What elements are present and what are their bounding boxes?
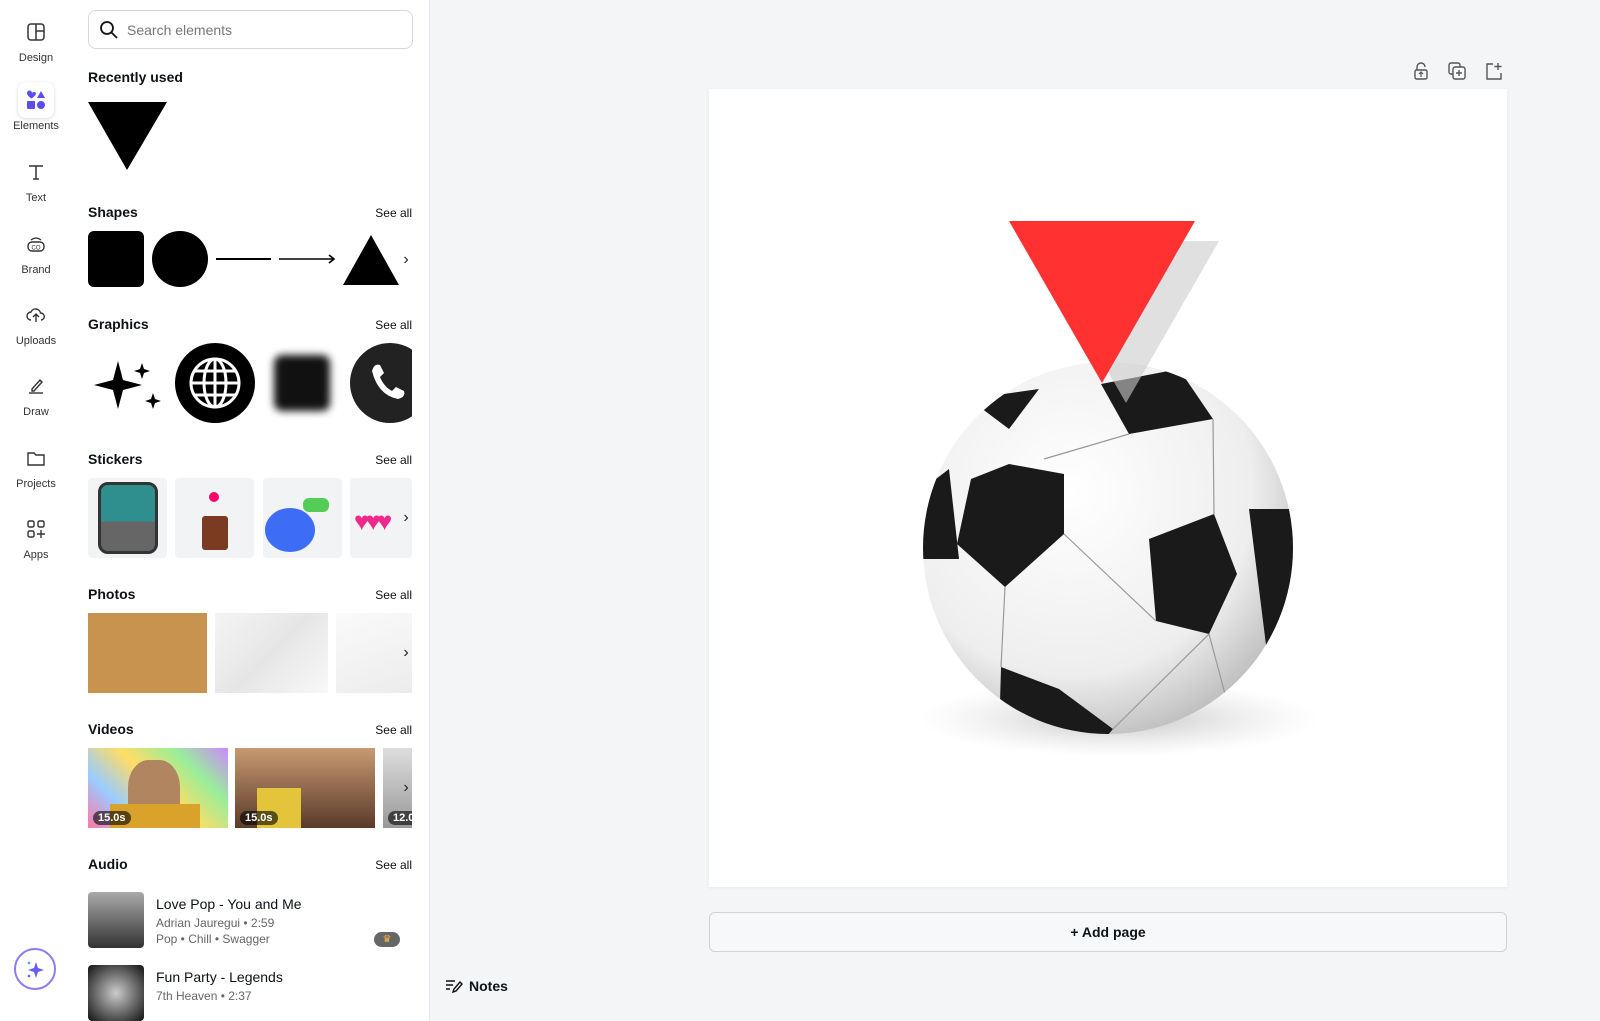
audio-item[interactable]: Fun Party - Legends 7th Heaven • 2:37 bbox=[88, 965, 412, 1021]
rail-draw[interactable]: Draw bbox=[0, 368, 72, 418]
chevron-right-icon[interactable]: › bbox=[398, 248, 412, 272]
search-input[interactable] bbox=[127, 21, 387, 38]
design-icon bbox=[18, 14, 54, 50]
add-page-button[interactable]: + Add page bbox=[709, 912, 1507, 952]
canvas-artwork bbox=[919, 221, 1319, 757]
globe-graphic[interactable] bbox=[175, 343, 255, 423]
section-title: Shapes bbox=[88, 204, 138, 220]
videos-heading: Videos See all bbox=[88, 721, 412, 737]
chevron-right-icon[interactable]: › bbox=[398, 641, 412, 665]
video-thumb[interactable]: 15.0s bbox=[88, 748, 228, 828]
draw-icon bbox=[18, 368, 54, 404]
rail-label: Brand bbox=[21, 264, 51, 276]
rail-brand[interactable]: CO Brand bbox=[0, 226, 72, 276]
shapes-heading: Shapes See all bbox=[88, 204, 412, 220]
notes-icon bbox=[446, 980, 463, 994]
stickers-see-all[interactable]: See all bbox=[375, 453, 412, 467]
rail-projects[interactable]: Projects bbox=[0, 440, 72, 490]
graphics-see-all[interactable]: See all bbox=[375, 318, 412, 332]
duration-badge: 12.0s bbox=[388, 811, 412, 825]
svg-text:CO: CO bbox=[32, 246, 41, 252]
videos-row: 15.0s 15.0s 12.0s › bbox=[88, 748, 412, 828]
elements-icon bbox=[18, 82, 54, 118]
rail-design[interactable]: Design bbox=[0, 14, 72, 64]
audio-see-all[interactable]: See all bbox=[375, 858, 412, 872]
sticker-item[interactable] bbox=[88, 478, 167, 558]
elements-panel: Recently used Shapes See all › Graphics Se… bbox=[72, 0, 430, 1021]
rail-label: Elements bbox=[13, 120, 59, 132]
section-title: Videos bbox=[88, 721, 134, 737]
crown-icon: ♛ bbox=[374, 932, 400, 947]
rail-label: Design bbox=[18, 52, 54, 64]
section-title: Photos bbox=[88, 586, 136, 602]
recent-triangle[interactable] bbox=[88, 102, 168, 172]
section-title: Graphics bbox=[88, 316, 149, 332]
circle-shape[interactable] bbox=[152, 231, 208, 287]
section-title: Stickers bbox=[88, 451, 143, 467]
stickers-row: ♥♥♥ › bbox=[88, 478, 412, 558]
arrow-shape[interactable] bbox=[279, 253, 337, 265]
blurred-square-graphic[interactable] bbox=[274, 355, 330, 411]
audio-title: Fun Party - Legends bbox=[156, 969, 283, 985]
audio-artist: 7th Heaven • 2:37 bbox=[156, 989, 252, 1003]
chevron-right-icon[interactable]: › bbox=[398, 506, 412, 530]
rail-apps[interactable]: Apps bbox=[0, 511, 72, 561]
search-icon bbox=[100, 20, 118, 39]
text-icon bbox=[18, 154, 54, 190]
audio-title: Love Pop - You and Me bbox=[156, 896, 302, 912]
album-art bbox=[88, 965, 144, 1021]
add-page-icon[interactable] bbox=[1483, 61, 1503, 81]
photo-marble[interactable] bbox=[215, 613, 328, 693]
duration-badge: 15.0s bbox=[240, 811, 278, 825]
apps-icon bbox=[18, 511, 54, 547]
duration-badge: 15.0s bbox=[93, 811, 131, 825]
audio-artist: Adrian Jauregui • 2:59 bbox=[156, 916, 275, 930]
line-shape[interactable] bbox=[216, 258, 271, 260]
video-thumb[interactable]: 15.0s bbox=[235, 748, 375, 828]
notes-label: Notes bbox=[469, 978, 508, 994]
album-art bbox=[88, 892, 144, 948]
uploads-icon bbox=[18, 297, 54, 333]
projects-icon bbox=[18, 440, 54, 476]
photos-heading: Photos See all bbox=[88, 586, 412, 602]
shapes-row: › bbox=[88, 231, 412, 289]
rail-label: Draw bbox=[23, 406, 49, 418]
rail-label: Uploads bbox=[15, 335, 57, 347]
audio-heading: Audio See all bbox=[88, 856, 412, 872]
sparkles-graphic[interactable] bbox=[90, 353, 164, 413]
square-shape[interactable] bbox=[88, 231, 144, 287]
search-box[interactable] bbox=[88, 10, 413, 49]
graphics-row: › bbox=[88, 343, 412, 423]
videos-see-all[interactable]: See all bbox=[375, 723, 412, 737]
audio-tags: Pop • Chill • Swagger bbox=[156, 932, 270, 946]
audio-item[interactable]: Love Pop - You and Me Adrian Jauregui • … bbox=[88, 892, 412, 950]
rail-elements[interactable]: Elements bbox=[0, 82, 72, 132]
sticker-item[interactable] bbox=[263, 478, 342, 558]
photos-row: › bbox=[88, 613, 412, 693]
side-rail: Design Elements Text CO Brand Uploads Dra… bbox=[0, 0, 72, 1021]
rail-label: Apps bbox=[23, 549, 49, 561]
magic-assistant-button[interactable] bbox=[14, 948, 56, 990]
section-title: Audio bbox=[88, 856, 128, 872]
stickers-heading: Stickers See all bbox=[88, 451, 412, 467]
notes-button[interactable]: Notes bbox=[445, 978, 508, 994]
rail-label: Projects bbox=[16, 478, 56, 490]
sparkle-icon bbox=[27, 961, 44, 978]
triangle-shape[interactable] bbox=[343, 235, 399, 285]
recently-used-heading: Recently used bbox=[88, 69, 183, 85]
brand-icon: CO bbox=[18, 226, 54, 262]
rail-text[interactable]: Text bbox=[0, 154, 72, 204]
shapes-see-all[interactable]: See all bbox=[375, 206, 412, 220]
photo-cork[interactable] bbox=[88, 613, 207, 693]
graphics-heading: Graphics See all bbox=[88, 316, 412, 332]
rail-uploads[interactable]: Uploads bbox=[0, 297, 72, 347]
duplicate-icon[interactable] bbox=[1447, 61, 1467, 81]
design-page[interactable] bbox=[709, 89, 1507, 887]
lock-icon[interactable] bbox=[1411, 61, 1431, 81]
photos-see-all[interactable]: See all bbox=[375, 588, 412, 602]
chevron-right-icon[interactable]: › bbox=[398, 371, 412, 395]
chevron-right-icon[interactable]: › bbox=[398, 776, 412, 800]
sticker-item[interactable] bbox=[175, 478, 254, 558]
rail-label: Text bbox=[25, 192, 47, 204]
